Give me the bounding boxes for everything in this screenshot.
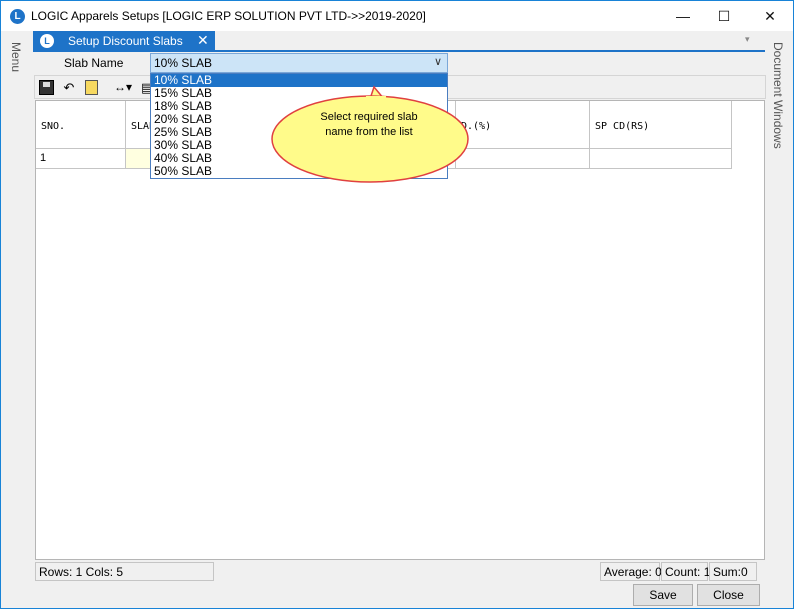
column-resize-icon[interactable]: ↔▾: [110, 79, 136, 96]
undo-icon[interactable]: ↶: [61, 79, 77, 96]
status-rows-cols: Rows: 1 Cols: 5: [35, 562, 214, 581]
column-header-sp-cd-rs[interactable]: SP CD(RS): [590, 101, 732, 149]
tab-setup-discount-slabs[interactable]: L Setup Discount Slabs ✕: [33, 31, 215, 51]
callout-line-2: name from the list: [325, 126, 412, 138]
slab-name-combobox[interactable]: 10% SLAB ∨: [150, 53, 448, 73]
tab-overflow-icon[interactable]: ▾: [745, 34, 750, 45]
instruction-callout: Select required slab name from the list: [271, 85, 469, 183]
status-sum: Sum:0: [709, 562, 757, 581]
cell-discount-percent[interactable]: [456, 149, 590, 169]
logic-app-icon: L: [10, 9, 25, 24]
column-header-sno[interactable]: SNO.: [36, 101, 126, 149]
column-header-discount-percent[interactable]: D.(%): [456, 101, 590, 149]
callout-ellipse: [271, 95, 469, 183]
logic-tab-icon: L: [40, 34, 54, 48]
save-icon[interactable]: [39, 80, 54, 95]
cell-sno[interactable]: 1: [36, 149, 126, 169]
chevron-down-icon[interactable]: ∨: [434, 55, 442, 68]
menu-rail-label[interactable]: Menu: [9, 42, 23, 72]
menu-rail[interactable]: [1, 31, 29, 607]
document-windows-label[interactable]: Document Windows: [771, 42, 785, 149]
status-average: Average: 0: [600, 562, 662, 581]
minimize-button[interactable]: —: [660, 1, 706, 31]
maximize-button[interactable]: ☐: [701, 1, 747, 31]
save-button[interactable]: Save: [633, 584, 693, 606]
slab-name-value: 10% SLAB: [154, 56, 213, 70]
notepad-icon[interactable]: [85, 80, 98, 95]
slab-name-label: Slab Name: [64, 56, 124, 70]
close-window-button[interactable]: ✕: [747, 1, 793, 31]
status-count: Count: 1: [661, 562, 710, 581]
title-bar[interactable]: L LOGIC Apparels Setups [LOGIC ERP SOLUT…: [1, 1, 793, 31]
callout-line-1: Select required slab: [320, 111, 417, 123]
close-button[interactable]: Close: [697, 584, 760, 606]
tab-label: Setup Discount Slabs: [68, 34, 183, 48]
window-title: LOGIC Apparels Setups [LOGIC ERP SOLUTIO…: [31, 9, 426, 23]
tab-close-icon[interactable]: ✕: [197, 32, 209, 49]
cell-sp-cd-rs[interactable]: [590, 149, 732, 169]
